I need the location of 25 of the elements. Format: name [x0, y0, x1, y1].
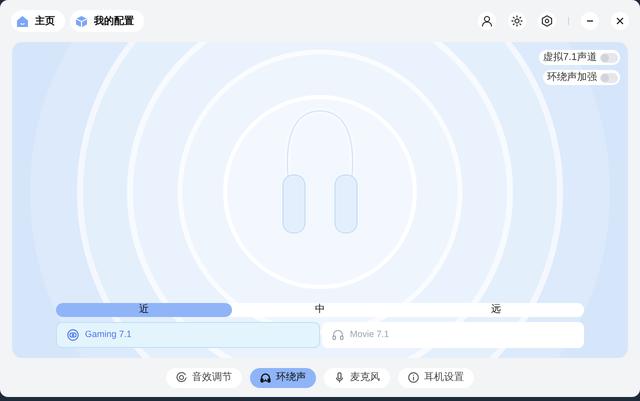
distance-option[interactable]: 近 [56, 303, 232, 317]
label: 虚拟7.1声道 [543, 52, 597, 62]
headphones-icon [260, 372, 271, 383]
user-icon[interactable] [478, 12, 496, 30]
bottom-tab[interactable]: 耳机设置 [398, 368, 474, 388]
close-button[interactable] [611, 12, 629, 30]
bottom-tab[interactable]: 麦克风 [324, 368, 390, 388]
nav-button[interactable]: 主页 [11, 10, 65, 32]
nav-button[interactable]: 我的配置 [70, 10, 144, 32]
microphone-icon [334, 372, 345, 383]
cube-icon [75, 14, 88, 28]
house-icon [16, 14, 29, 28]
label: 环绕声加强 [547, 72, 597, 82]
toggle-switch[interactable] [600, 72, 618, 82]
headphones-icon [332, 329, 344, 341]
info-icon [408, 372, 419, 383]
brightness-icon[interactable] [508, 12, 526, 30]
gamepad-icon [67, 329, 79, 341]
dial-icon [176, 372, 187, 383]
close-icon [615, 16, 625, 26]
bottom-tab[interactable]: 音效调节 [166, 368, 242, 388]
settings-icon[interactable] [538, 12, 556, 30]
bottom-tab[interactable]: 环绕声 [250, 368, 316, 388]
mode-card[interactable]: Gaming 7.1 [56, 322, 320, 348]
toggle-switch[interactable] [600, 52, 618, 62]
